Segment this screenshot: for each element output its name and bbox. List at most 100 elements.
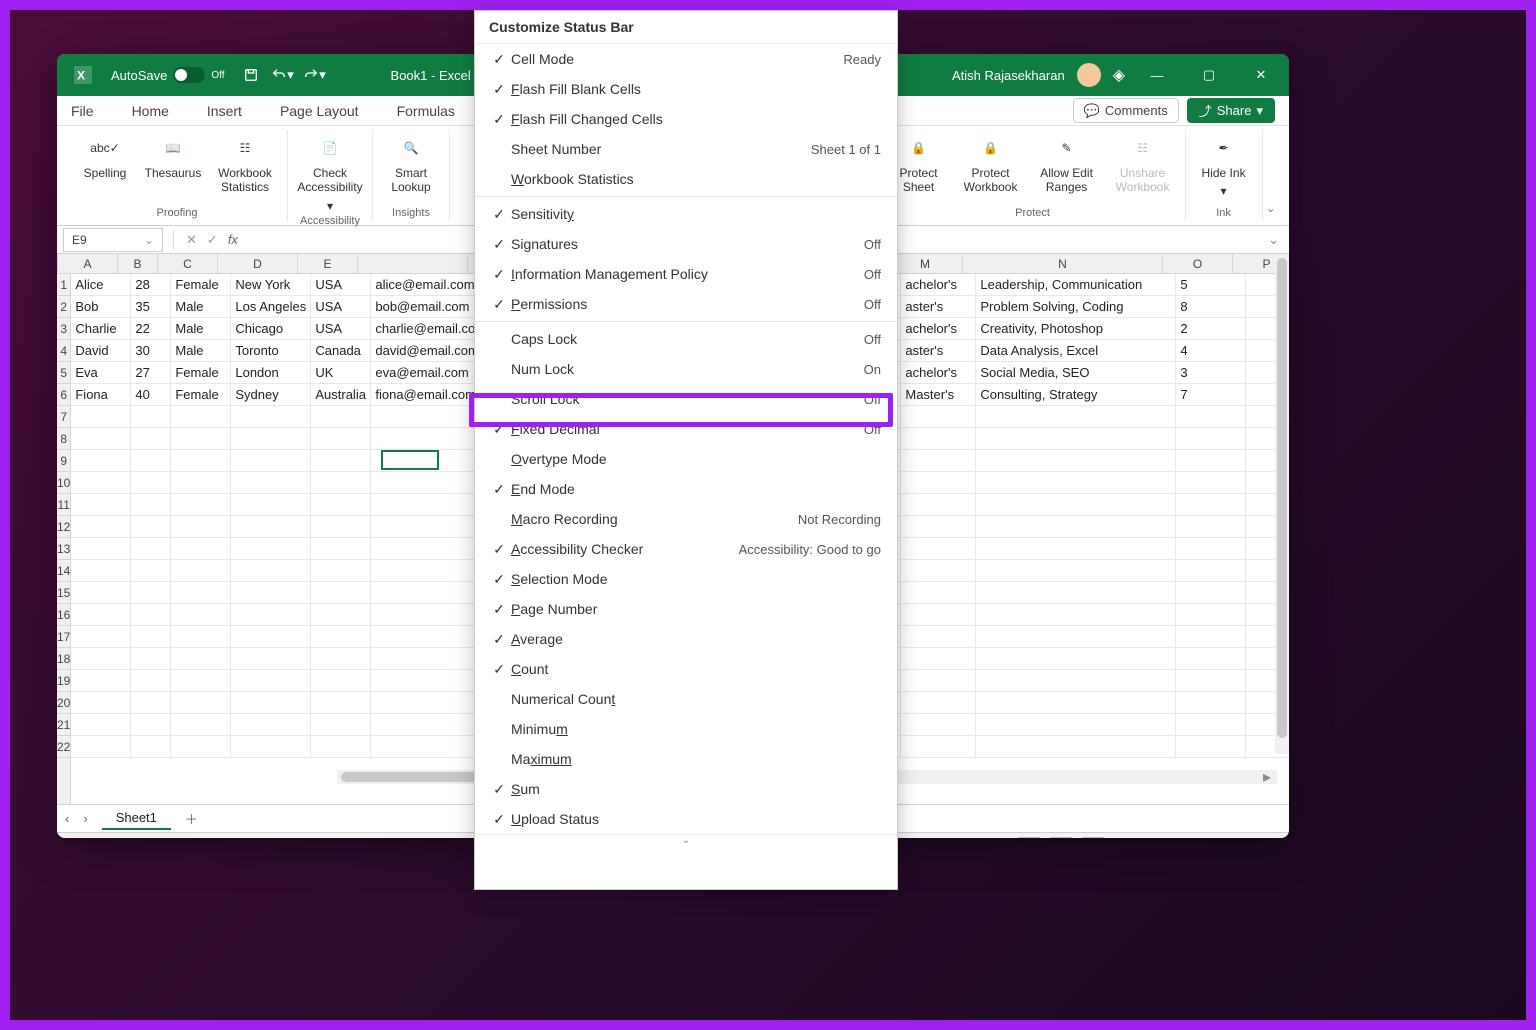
- cell[interactable]: [901, 604, 976, 626]
- cell[interactable]: Bob: [71, 296, 131, 318]
- col-header[interactable]: [358, 254, 468, 273]
- cell[interactable]: [231, 626, 311, 648]
- cell[interactable]: Leadership, Communication: [976, 274, 1176, 296]
- cell[interactable]: [71, 670, 131, 692]
- cell[interactable]: [311, 714, 371, 736]
- cell[interactable]: david@email.com: [371, 340, 481, 362]
- cell[interactable]: [131, 692, 171, 714]
- cell[interactable]: Alice: [71, 274, 131, 296]
- allow-edit-button[interactable]: ✎Allow Edit Ranges: [1033, 130, 1101, 205]
- cell[interactable]: [371, 406, 481, 428]
- cell[interactable]: [901, 538, 976, 560]
- cell[interactable]: USA: [311, 274, 371, 296]
- menu-item[interactable]: ✓Count: [475, 654, 897, 684]
- tab-home[interactable]: Home: [132, 103, 169, 119]
- cell[interactable]: [976, 604, 1176, 626]
- row-header[interactable]: 8: [57, 428, 70, 450]
- cell[interactable]: [311, 450, 371, 472]
- tab-insert[interactable]: Insert: [207, 103, 242, 119]
- share-button[interactable]: ⤴Share ▾: [1187, 98, 1275, 123]
- cell[interactable]: [71, 538, 131, 560]
- cell[interactable]: [231, 648, 311, 670]
- cell[interactable]: [1176, 538, 1246, 560]
- cell[interactable]: London: [231, 362, 311, 384]
- prev-sheet-icon[interactable]: ‹: [65, 811, 69, 826]
- cell[interactable]: [1176, 670, 1246, 692]
- cell[interactable]: [171, 472, 231, 494]
- cell[interactable]: [371, 648, 481, 670]
- cell[interactable]: 8: [1176, 296, 1246, 318]
- cell[interactable]: New York: [231, 274, 311, 296]
- row-header[interactable]: 16: [57, 604, 70, 626]
- col-header[interactable]: N: [963, 254, 1163, 273]
- menu-item[interactable]: ✓Sum: [475, 774, 897, 804]
- cell[interactable]: Sydney: [231, 384, 311, 406]
- save-icon[interactable]: [239, 63, 263, 87]
- cell[interactable]: 2: [1176, 318, 1246, 340]
- cell[interactable]: [231, 714, 311, 736]
- cell[interactable]: Data Analysis, Excel: [976, 340, 1176, 362]
- row-headers[interactable]: 12345678910111213141516171819202122: [57, 274, 71, 804]
- row-header[interactable]: 17: [57, 626, 70, 648]
- row-header[interactable]: 19: [57, 670, 70, 692]
- cell[interactable]: [171, 406, 231, 428]
- avatar-icon[interactable]: [1077, 63, 1101, 87]
- menu-item[interactable]: ✓Accessibility CheckerAccessibility: Goo…: [475, 534, 897, 564]
- cell[interactable]: [1176, 714, 1246, 736]
- cell[interactable]: 35: [131, 296, 171, 318]
- cell[interactable]: [131, 714, 171, 736]
- cell[interactable]: [71, 736, 131, 758]
- cell[interactable]: [371, 560, 481, 582]
- menu-item[interactable]: Macro RecordingNot Recording: [475, 504, 897, 534]
- undo-icon[interactable]: ▾: [271, 63, 295, 87]
- close-button[interactable]: ✕: [1241, 59, 1281, 91]
- cell[interactable]: [1176, 692, 1246, 714]
- cell[interactable]: bob@email.com: [371, 296, 481, 318]
- comments-button[interactable]: 💬Comments: [1073, 98, 1179, 123]
- cell[interactable]: [901, 670, 976, 692]
- cell[interactable]: [231, 560, 311, 582]
- cell[interactable]: [371, 472, 481, 494]
- cell[interactable]: [131, 582, 171, 604]
- cell[interactable]: 30: [131, 340, 171, 362]
- cell[interactable]: [311, 428, 371, 450]
- cell[interactable]: [71, 450, 131, 472]
- cell[interactable]: achelor's: [901, 318, 976, 340]
- maximize-button[interactable]: ▢: [1189, 59, 1229, 91]
- row-header[interactable]: 15: [57, 582, 70, 604]
- add-sheet-icon[interactable]: ＋: [185, 809, 198, 828]
- customize-status-bar-menu[interactable]: Customize Status Bar ✓Cell ModeReady✓Fla…: [474, 10, 898, 890]
- menu-item[interactable]: ✓End Mode: [475, 474, 897, 504]
- page-layout-view-icon[interactable]: ▤: [1050, 837, 1072, 839]
- cell[interactable]: [171, 604, 231, 626]
- cell[interactable]: [171, 626, 231, 648]
- cell[interactable]: achelor's: [901, 362, 976, 384]
- hide-ink-button[interactable]: ✒Hide Ink ▾: [1194, 130, 1254, 205]
- row-header[interactable]: 2: [57, 296, 70, 318]
- cell[interactable]: David: [71, 340, 131, 362]
- cell[interactable]: [901, 648, 976, 670]
- redo-icon[interactable]: ▾: [303, 63, 327, 87]
- cell[interactable]: [976, 626, 1176, 648]
- cell[interactable]: [131, 428, 171, 450]
- cell[interactable]: [1176, 560, 1246, 582]
- cell[interactable]: [311, 582, 371, 604]
- cell[interactable]: [71, 406, 131, 428]
- menu-item[interactable]: ✓PermissionsOff: [475, 289, 897, 319]
- cell[interactable]: [901, 626, 976, 648]
- cell[interactable]: [231, 670, 311, 692]
- cell[interactable]: [976, 450, 1176, 472]
- cell[interactable]: [1176, 516, 1246, 538]
- cell[interactable]: [371, 450, 481, 472]
- cell[interactable]: [131, 538, 171, 560]
- col-header[interactable]: D: [218, 254, 298, 273]
- cell[interactable]: [1176, 626, 1246, 648]
- cell[interactable]: [71, 516, 131, 538]
- col-header[interactable]: E: [298, 254, 358, 273]
- row-header[interactable]: 10: [57, 472, 70, 494]
- cell[interactable]: [171, 450, 231, 472]
- cell[interactable]: [171, 516, 231, 538]
- cell[interactable]: [901, 494, 976, 516]
- username[interactable]: Atish Rajasekharan: [952, 68, 1065, 83]
- cell[interactable]: [901, 714, 976, 736]
